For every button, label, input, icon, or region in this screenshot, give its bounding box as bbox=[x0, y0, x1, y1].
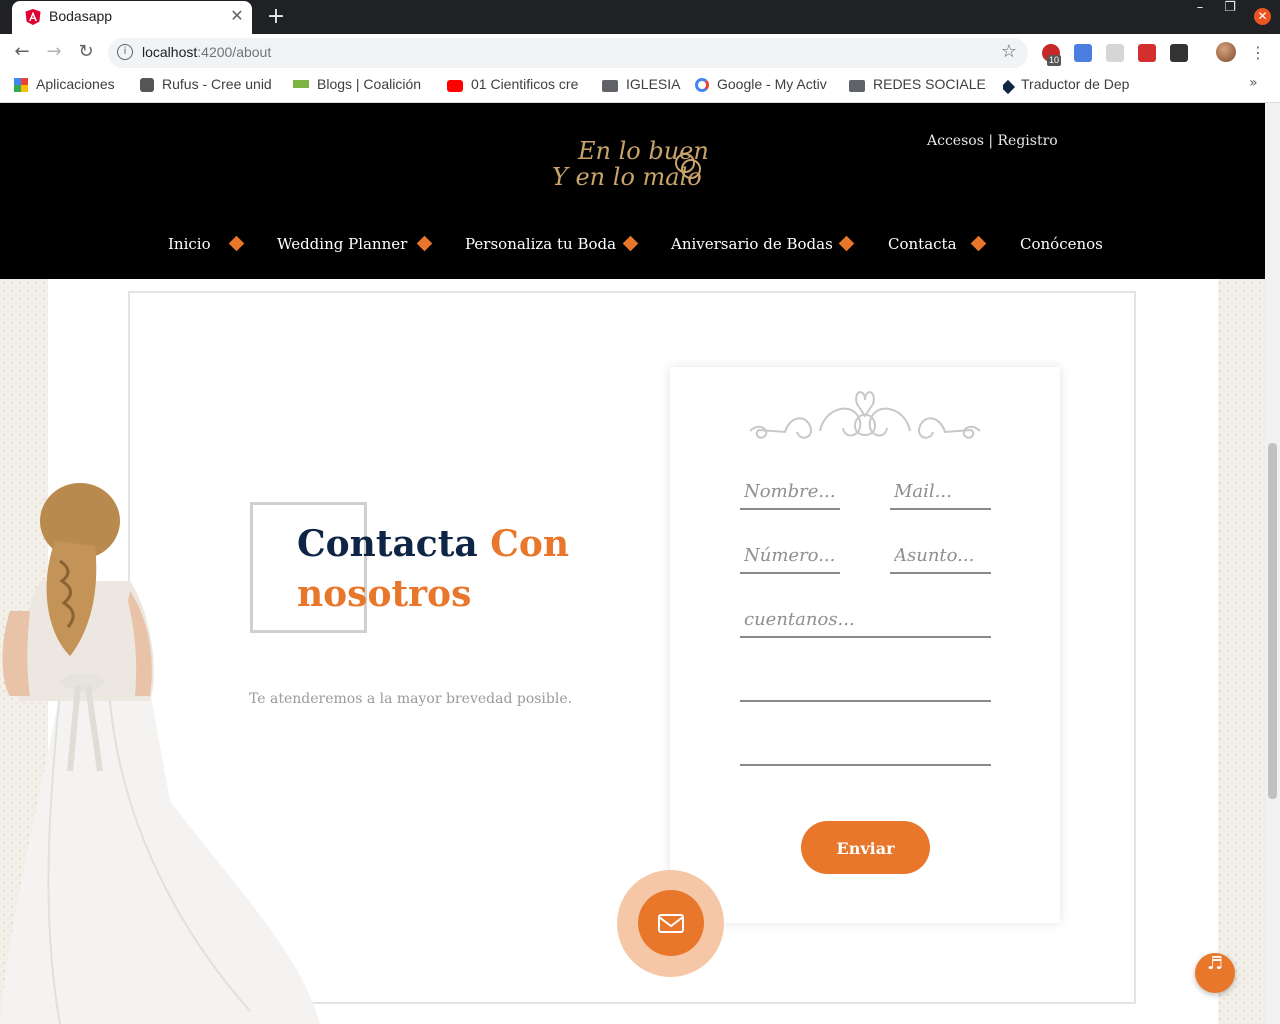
url-path: :4200/about bbox=[197, 44, 272, 60]
bookmark-label: 01 Cientificos cre bbox=[471, 76, 579, 92]
mail-input[interactable] bbox=[890, 476, 991, 506]
bookmark-blogs[interactable]: Blogs | Coalición bbox=[293, 76, 431, 96]
traductor-icon bbox=[1003, 79, 1016, 95]
bookmark-label: Google - My Activ bbox=[717, 76, 827, 92]
profile-avatar[interactable] bbox=[1216, 42, 1236, 62]
url-host: localhost bbox=[142, 44, 198, 60]
bookmark-iglesia[interactable]: IGLESIA bbox=[602, 76, 684, 96]
new-tab-icon[interactable]: + bbox=[264, 5, 288, 29]
back-icon[interactable]: ← bbox=[10, 41, 34, 65]
bookmarks-overflow-icon[interactable]: » bbox=[1249, 75, 1265, 91]
window-close-icon[interactable]: ✕ bbox=[1254, 8, 1271, 25]
message-line-2[interactable] bbox=[740, 668, 991, 702]
bookmark-label: Rufus - Cree unid bbox=[162, 76, 272, 92]
music-note-icon: ♬ bbox=[1206, 953, 1224, 974]
nav-wedding-planner[interactable]: Wedding Planner bbox=[277, 235, 407, 253]
message-input[interactable] bbox=[740, 604, 991, 634]
site-info-icon[interactable]: i bbox=[117, 44, 133, 60]
translate-extension-icon[interactable] bbox=[1074, 44, 1092, 62]
bookmark-label: IGLESIA bbox=[626, 76, 681, 92]
nav-personaliza[interactable]: Personaliza tu Boda bbox=[465, 235, 616, 253]
send-button[interactable]: Enviar bbox=[801, 821, 930, 874]
nav-contacta[interactable]: Contacta bbox=[888, 235, 957, 253]
url-text: localhost:4200/about bbox=[142, 44, 271, 60]
cast-extension-icon[interactable] bbox=[1106, 44, 1124, 62]
extension-badge: 10 bbox=[1047, 55, 1062, 66]
browser-menu-icon[interactable]: ⋮ bbox=[1248, 41, 1268, 65]
music-toggle-button[interactable]: ♬ bbox=[1195, 953, 1235, 993]
message-field[interactable] bbox=[740, 604, 991, 638]
bookmark-star-icon[interactable]: ☆ bbox=[998, 41, 1020, 63]
number-input[interactable] bbox=[740, 540, 840, 570]
minimize-icon[interactable]: – bbox=[1184, 0, 1216, 34]
subject-input[interactable] bbox=[890, 540, 991, 570]
bookmark-redes-sociales[interactable]: REDES SOCIALES bbox=[849, 76, 987, 96]
scrollbar-thumb[interactable] bbox=[1268, 443, 1277, 799]
google-icon bbox=[695, 78, 709, 92]
number-field[interactable] bbox=[740, 540, 840, 574]
auth-links[interactable]: Accesos | Registro bbox=[927, 133, 1058, 149]
contact-subtitle: Te atenderemos a la mayor brevedad posib… bbox=[249, 691, 573, 707]
subject-field[interactable] bbox=[890, 540, 991, 574]
mail-button[interactable] bbox=[638, 890, 704, 956]
title-part1: Contacta bbox=[297, 523, 478, 565]
message-line-3[interactable] bbox=[740, 732, 991, 766]
folder-icon bbox=[602, 80, 618, 92]
x-extension-icon[interactable] bbox=[1170, 44, 1188, 62]
bookmark-label: Blogs | Coalición bbox=[317, 76, 422, 92]
pdf-extension-icon[interactable] bbox=[1138, 44, 1156, 62]
logo-line2: Y en lo malo bbox=[552, 163, 702, 191]
bookmark-cientificos[interactable]: 01 Cientificos cre bbox=[447, 76, 585, 96]
nav-conocenos[interactable]: Conócenos bbox=[1020, 235, 1103, 253]
site-logo[interactable]: En lo bueno Y en lo malo bbox=[540, 123, 723, 208]
rings-logo-icon: En lo bueno Y en lo malo bbox=[552, 137, 723, 191]
title-part2: Con bbox=[490, 523, 570, 565]
mail-field[interactable] bbox=[890, 476, 991, 510]
bookmark-apps[interactable]: Aplicaciones bbox=[14, 76, 129, 96]
folder-icon bbox=[849, 80, 865, 92]
nav-aniversario[interactable]: Aniversario de Bodas bbox=[671, 235, 833, 253]
flourish-ornament-icon bbox=[749, 391, 981, 439]
browser-tab[interactable] bbox=[12, 1, 252, 34]
envelope-icon bbox=[658, 914, 684, 933]
apps-grid-icon bbox=[14, 78, 28, 92]
bookmark-label: REDES SOCIALES bbox=[873, 76, 987, 92]
restore-icon[interactable]: ❐ bbox=[1214, 0, 1246, 34]
tab-close-icon[interactable]: ✕ bbox=[227, 6, 247, 26]
name-field[interactable] bbox=[740, 476, 840, 510]
bookmark-google-activity[interactable]: Google - My Activ bbox=[695, 76, 833, 96]
tgc-icon bbox=[293, 80, 309, 88]
bookmark-label: Traductor de Dep bbox=[1021, 76, 1130, 92]
reload-icon[interactable]: ↻ bbox=[74, 41, 98, 65]
browser-tab-title: Bodasapp bbox=[49, 8, 113, 24]
contact-title: Contacta Con bbox=[297, 519, 569, 569]
youtube-icon bbox=[447, 80, 463, 92]
rufus-icon bbox=[140, 78, 154, 92]
bookmark-traductor[interactable]: Traductor de Dep bbox=[1003, 76, 1141, 96]
angular-favicon-icon bbox=[25, 9, 41, 25]
bookmark-rufus[interactable]: Rufus - Cree unid bbox=[140, 76, 278, 96]
contact-title-line2: nosotros bbox=[297, 573, 472, 615]
bookmark-label: Aplicaciones bbox=[36, 76, 115, 92]
forward-icon[interactable]: → bbox=[42, 41, 66, 65]
web-page: En lo bueno Y en lo malo Accesos | Regis… bbox=[0, 103, 1265, 1024]
name-input[interactable] bbox=[740, 476, 840, 506]
nav-inicio[interactable]: Inicio bbox=[168, 235, 211, 253]
